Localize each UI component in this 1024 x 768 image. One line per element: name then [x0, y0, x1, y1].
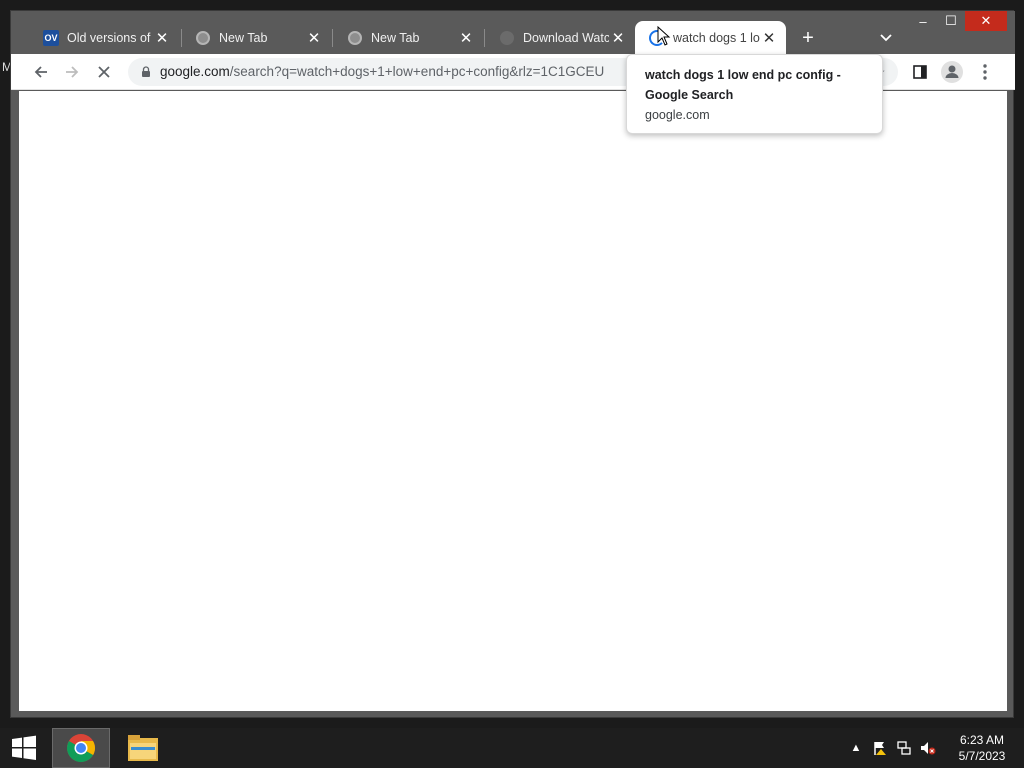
page-icon [499, 30, 515, 46]
tab-old-versions[interactable]: OV Old versions of V ✕ [29, 21, 179, 54]
url-path: /search?q=watch+dogs+1+low+end+pc+config… [229, 64, 605, 79]
kebab-menu-icon [983, 64, 987, 80]
page-content[interactable] [19, 91, 1007, 711]
lock-icon [142, 66, 150, 77]
taskbar-file-explorer-button[interactable] [116, 728, 170, 768]
tab-title: Old versions of V [67, 30, 153, 45]
tab-hover-card: watch dogs 1 low end pc config - Google … [626, 54, 883, 134]
back-button[interactable] [27, 58, 55, 86]
chrome-icon [67, 734, 95, 762]
tab-title: watch dogs 1 low [673, 30, 760, 45]
chrome-globe-icon [347, 30, 363, 46]
action-center-flag-icon[interactable] [872, 740, 888, 756]
arrow-left-icon [34, 66, 47, 78]
side-panel-icon [913, 65, 927, 79]
profile-button[interactable] [938, 58, 966, 86]
network-icon[interactable] [896, 740, 912, 756]
taskbar: ▲ 6:23 AM 5/7/2023 [0, 728, 1024, 768]
start-button[interactable] [0, 728, 48, 768]
volume-muted-icon[interactable] [920, 740, 936, 756]
system-tray: ▲ [848, 728, 936, 768]
url-text[interactable]: google.com/search?q=watch+dogs+1+low+end… [160, 64, 630, 79]
windows-logo-icon [12, 735, 36, 760]
tab-title: Download Watch [523, 30, 609, 45]
maximize-button[interactable]: ☐ [937, 11, 965, 31]
avatar-icon [941, 61, 963, 83]
new-tab-button[interactable]: + [797, 27, 819, 49]
stop-loading-button[interactable] [90, 58, 118, 86]
close-icon [98, 66, 110, 78]
clock-date: 5/7/2023 [958, 749, 1006, 763]
hovercard-title: watch dogs 1 low end pc config - Google … [645, 68, 841, 102]
mouse-cursor-icon [657, 26, 671, 46]
minimize-button[interactable]: – [909, 11, 937, 31]
tab-new-tab-2[interactable]: New Tab ✕ [333, 21, 483, 54]
arrow-right-icon [66, 66, 79, 78]
taskbar-clock[interactable]: 6:23 AM 5/7/2023 [950, 732, 1014, 764]
close-icon[interactable]: ✕ [609, 29, 627, 47]
close-icon[interactable]: ✕ [760, 29, 778, 47]
tab-strip: OV Old versions of V ✕ New Tab ✕ New Tab… [11, 11, 1015, 54]
tab-new-tab-1[interactable]: New Tab ✕ [181, 21, 331, 54]
chevron-down-icon [880, 34, 892, 42]
folder-icon [128, 735, 158, 761]
menu-button[interactable] [971, 58, 999, 86]
chrome-globe-icon [195, 30, 211, 46]
close-icon[interactable]: ✕ [457, 29, 475, 47]
clock-time: 6:23 AM [959, 733, 1005, 747]
side-panel-button[interactable] [906, 58, 934, 86]
url-domain: google.com [160, 64, 230, 79]
close-window-button[interactable]: ✕ [965, 11, 1007, 31]
close-icon[interactable]: ✕ [305, 29, 323, 47]
tab-title: New Tab [371, 30, 420, 45]
forward-button[interactable] [58, 58, 86, 86]
tab-search-button[interactable] [875, 27, 897, 49]
ov-icon: OV [43, 29, 59, 46]
close-icon[interactable]: ✕ [153, 29, 171, 47]
show-hidden-icons-chevron-icon[interactable]: ▲ [848, 740, 864, 756]
tab-download-watch[interactable]: Download Watch ✕ [485, 21, 635, 54]
chrome-window: OV Old versions of V ✕ New Tab ✕ New Tab… [10, 10, 1015, 718]
taskbar-chrome-button[interactable] [52, 728, 110, 768]
hovercard-domain: google.com [645, 108, 710, 122]
tab-title: New Tab [219, 30, 268, 45]
